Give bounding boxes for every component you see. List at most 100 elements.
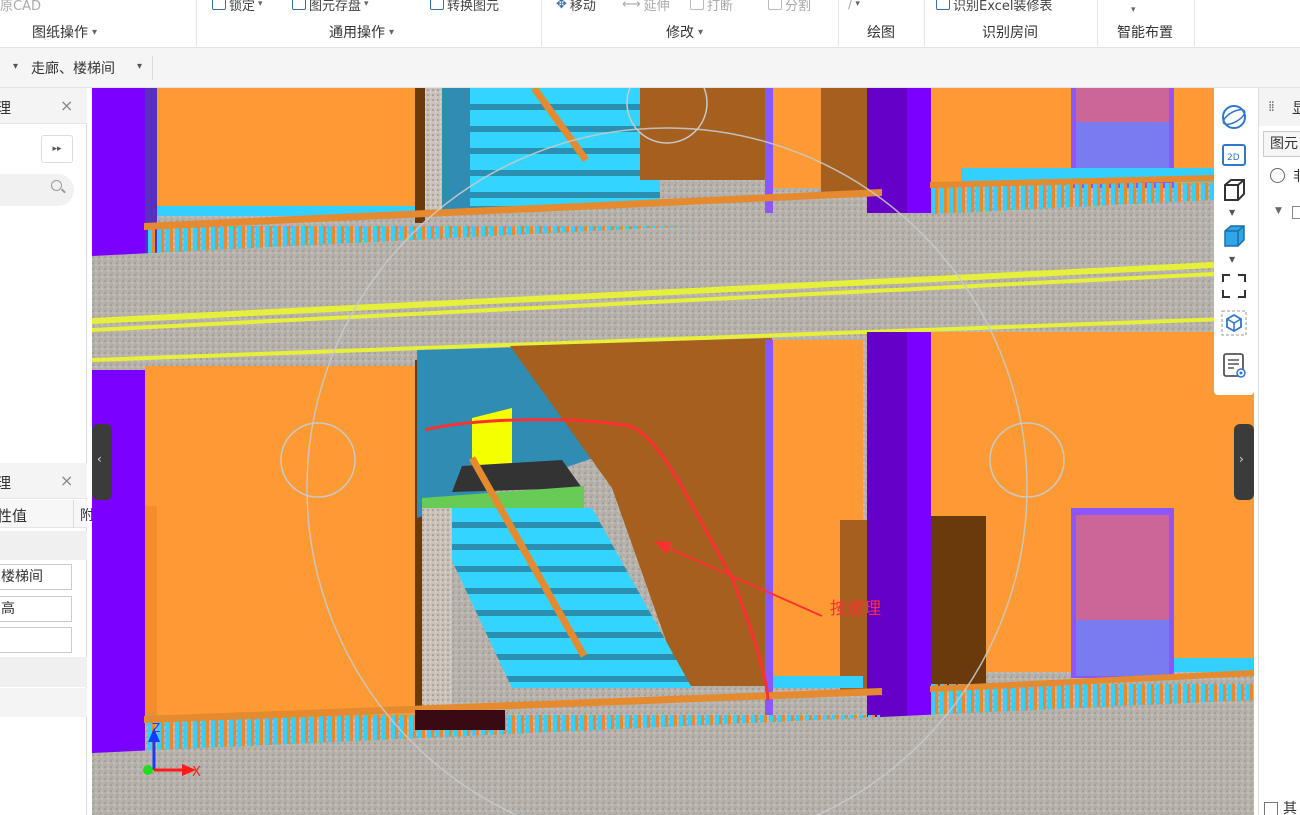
group-draw: 绘图	[867, 22, 895, 42]
filter-divider	[152, 56, 153, 80]
group-divider	[1194, 0, 1195, 46]
property-value-field[interactable]: 楼梯间	[0, 564, 72, 590]
element-display-icon[interactable]	[1220, 309, 1248, 337]
save-element-label: 图元存盘	[309, 0, 362, 14]
properties-panel-header: 理 ×	[0, 463, 87, 499]
cad-tool[interactable]: 原CAD	[0, 0, 41, 14]
group-divider	[838, 0, 839, 46]
radio-option[interactable]	[1270, 168, 1285, 183]
left-panel: 理 × ▸▸ 理 × 性值 附 楼梯间 高	[0, 88, 94, 815]
property-group-row[interactable]	[0, 531, 87, 560]
property-value-field[interactable]	[0, 627, 72, 653]
search-icon[interactable]	[51, 180, 62, 191]
smart-layout-dropdown[interactable]: ▾	[1131, 1, 1136, 19]
fullscreen-icon[interactable]	[1220, 272, 1248, 300]
search-input[interactable]	[0, 174, 74, 206]
break-icon	[690, 0, 704, 10]
pen-icon: ∕	[848, 0, 853, 12]
split-icon	[768, 0, 782, 10]
group-drawing-ops-label: 图纸操作	[32, 25, 88, 41]
close-icon[interactable]: ×	[60, 96, 73, 115]
column-divider[interactable]	[73, 500, 74, 528]
close-icon[interactable]: ×	[60, 471, 73, 490]
save-element-button[interactable]: 图元存盘 ▾	[292, 0, 369, 14]
break-button[interactable]: 打断	[690, 0, 734, 14]
split-label: 分割	[785, 0, 812, 14]
display-panel-title: 显	[1292, 97, 1300, 118]
chevron-down-icon: ▾	[364, 0, 369, 9]
chevron-down-icon: ▾	[1131, 5, 1136, 15]
group-divider	[541, 0, 542, 46]
convert-element-button[interactable]: 转换图元	[430, 0, 500, 14]
group-divider	[924, 0, 925, 46]
save-icon	[292, 0, 306, 10]
expand-button[interactable]: ▸▸	[41, 135, 73, 163]
tree-expand-icon[interactable]: ▼	[1275, 206, 1282, 216]
recognize-excel-button[interactable]: 识别Excel装修表	[936, 0, 1053, 14]
group-divider	[1097, 0, 1098, 46]
category-dropdown[interactable]: 走廊、楼梯间	[31, 58, 115, 78]
chevron-down-icon: ▾	[389, 26, 395, 38]
radio-option-label: 非	[1293, 166, 1300, 186]
svg-text:2D: 2D	[1227, 153, 1240, 163]
2d-icon[interactable]: 2D	[1220, 141, 1248, 169]
chevron-down-icon[interactable]: ▼	[1229, 255, 1235, 264]
extend-label: 延伸	[643, 0, 670, 14]
recognize-excel-label: 识别Excel装修表	[953, 0, 1053, 14]
other-checkbox[interactable]	[1264, 802, 1278, 815]
chevron-down-icon: ▾	[258, 0, 263, 9]
move-button[interactable]: ✥ 移动	[556, 0, 596, 14]
properties-column-header: 性值 附	[0, 500, 94, 528]
property-value-field[interactable]: 高	[0, 596, 72, 622]
display-panel-header: ⁞⁞ 显	[1259, 88, 1300, 126]
group-drawing-ops[interactable]: 图纸操作 ▾	[32, 22, 97, 42]
extend-button[interactable]: ⟷ 延伸	[622, 0, 670, 14]
property-value-header: 性值	[0, 507, 28, 525]
tree-panel-header: 理 ×	[0, 88, 87, 124]
group-recognize-room: 识别房间	[982, 22, 1038, 42]
annotation-text: 按道理	[830, 599, 881, 619]
solid-view-icon[interactable]	[1220, 222, 1248, 250]
axis-x-label: X	[192, 765, 201, 780]
other-checkbox-label: 其他	[1283, 801, 1297, 815]
break-label: 打断	[707, 0, 734, 14]
properties-icon[interactable]	[1220, 351, 1248, 379]
property-group-row[interactable]	[0, 657, 87, 687]
chevron-down-icon: ▾	[855, 0, 860, 9]
group-modify[interactable]: 修改 ▾	[666, 22, 703, 42]
collapse-left-handle[interactable]: ‹	[92, 424, 112, 500]
move-label: 移动	[569, 0, 596, 14]
3d-viewport[interactable]: Z X ‹ › 按道理	[92, 88, 1254, 815]
chevron-down-icon: ▾	[92, 26, 98, 38]
extend-icon: ⟷	[622, 0, 641, 12]
chevron-left-icon: ‹	[97, 452, 102, 466]
drag-handle-icon[interactable]: ⁞⁞	[1268, 99, 1275, 115]
chevron-down-icon[interactable]: ▼	[1229, 208, 1235, 217]
group-modify-label: 修改	[666, 25, 694, 41]
lock-button[interactable]: 锁定 ▾	[212, 0, 263, 14]
box-view-icon[interactable]	[1220, 176, 1248, 204]
building-3d-render: Z X	[92, 88, 1254, 815]
draw-tool-button[interactable]: ∕ ▾	[848, 0, 860, 13]
group-smart-layout-label: 智能布置	[1117, 25, 1173, 41]
properties-panel-title: 理	[0, 474, 12, 492]
tree-node-checkbox[interactable]	[1292, 206, 1300, 219]
convert-element-label: 转换图元	[447, 0, 500, 14]
orbit-icon[interactable]	[1220, 103, 1248, 131]
tab-elements[interactable]: 图元	[1263, 131, 1300, 157]
group-common-ops-label: 通用操作	[329, 25, 385, 41]
chevron-down-icon: ▾	[698, 26, 704, 38]
category-dropdown-chevron-icon[interactable]: ▾	[137, 61, 142, 72]
excel-table-icon	[936, 0, 950, 10]
property-group-row[interactable]	[0, 688, 87, 717]
move-icon: ✥	[556, 0, 567, 12]
group-smart-layout: 智能布置	[1117, 22, 1173, 42]
group-recognize-room-label: 识别房间	[982, 25, 1038, 41]
right-panel: ⁞⁞ 显 图元 非 ▼ 其他	[1258, 88, 1300, 815]
collapse-right-handle[interactable]: ›	[1234, 424, 1254, 500]
group-divider	[196, 0, 197, 46]
group-common-ops[interactable]: 通用操作 ▾	[329, 22, 394, 42]
split-button[interactable]: 分割	[768, 0, 812, 14]
tree-panel-title: 理	[0, 99, 12, 117]
floor-dropdown-chevron-icon[interactable]: ▾	[13, 61, 18, 72]
